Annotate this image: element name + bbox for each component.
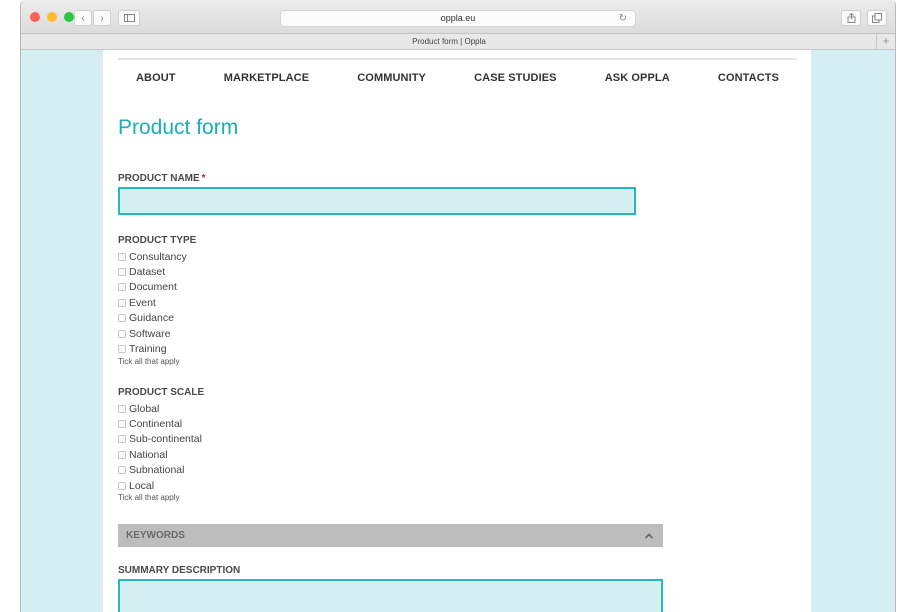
product-type-option[interactable]: Dataset <box>118 264 187 279</box>
sidebar-button[interactable] <box>118 10 140 26</box>
nav-ask-oppla[interactable]: ASK OPPLA <box>605 72 670 84</box>
product-name-label-text: PRODUCT NAME <box>118 173 200 184</box>
nav-community[interactable]: COMMUNITY <box>357 72 426 84</box>
product-scale-option[interactable]: National <box>118 447 202 462</box>
address-bar[interactable]: oppla.eu ↻ <box>280 10 636 27</box>
sidebar-icon <box>123 14 135 22</box>
option-label: Document <box>129 281 177 294</box>
share-button[interactable] <box>841 10 861 26</box>
checkbox[interactable] <box>118 404 126 413</box>
browser-toolbar: ‹ › oppla.eu ↻ <box>21 0 895 34</box>
option-label: Guidance <box>129 312 174 325</box>
checkbox[interactable] <box>118 298 126 307</box>
product-scale-option[interactable]: Global <box>118 401 202 416</box>
checkbox[interactable] <box>118 345 126 354</box>
option-label: Dataset <box>129 266 166 279</box>
product-scale-option[interactable]: Local <box>118 478 202 493</box>
checkbox[interactable] <box>118 329 126 338</box>
checkbox[interactable] <box>118 268 126 277</box>
header-divider <box>118 58 797 60</box>
required-marker: * <box>201 173 206 184</box>
page-title: Product form <box>118 116 239 139</box>
nav-marketplace[interactable]: MARKETPLACE <box>224 72 309 84</box>
nav-contacts[interactable]: CONTACTS <box>718 72 779 84</box>
checkbox[interactable] <box>118 252 126 261</box>
product-type-option[interactable]: Event <box>118 295 187 310</box>
close-window-button[interactable] <box>30 12 40 22</box>
product-name-input[interactable] <box>118 187 636 215</box>
option-label: Sub-continental <box>129 433 202 446</box>
minimize-window-button[interactable] <box>47 12 57 22</box>
product-type-label: PRODUCT TYPE <box>118 235 197 246</box>
product-type-option[interactable]: Software <box>118 326 187 341</box>
help-text: Tick all that apply <box>118 356 180 366</box>
tab-bar: Product form | Oppla + <box>21 34 895 50</box>
url-text: oppla.eu <box>440 13 476 23</box>
option-label: Software <box>129 327 171 340</box>
product-scale-option[interactable]: Subnational <box>118 463 202 478</box>
summary-description-textarea[interactable] <box>118 579 663 612</box>
help-text: Tick all that apply <box>118 493 180 503</box>
back-icon: ‹ <box>81 12 85 24</box>
forward-icon: › <box>100 12 104 24</box>
product-type-option[interactable]: Training <box>118 341 187 356</box>
forward-button[interactable]: › <box>93 10 111 26</box>
option-label: Event <box>129 296 156 309</box>
product-type-group: Consultancy Dataset Document Event Guida… <box>118 249 187 366</box>
nav-case-studies[interactable]: CASE STUDIES <box>474 72 557 84</box>
tab-active[interactable]: Product form | Oppla <box>21 34 877 49</box>
checkbox[interactable] <box>118 481 126 490</box>
chevron-up-icon <box>644 532 654 539</box>
browser-window: ‹ › oppla.eu ↻ Product form | Oppla + AB… <box>20 0 896 612</box>
back-button[interactable]: ‹ <box>74 10 92 26</box>
option-label: National <box>129 448 168 461</box>
product-scale-label: PRODUCT SCALE <box>118 387 205 398</box>
checkbox[interactable] <box>118 466 126 475</box>
product-type-option[interactable]: Guidance <box>118 311 187 326</box>
option-label: Local <box>129 479 155 492</box>
new-tab-button[interactable]: + <box>876 34 895 49</box>
option-label: Training <box>129 343 167 356</box>
checkbox[interactable] <box>118 420 126 429</box>
checkbox[interactable] <box>118 314 126 323</box>
product-scale-option[interactable]: Sub-continental <box>118 432 202 447</box>
option-label: Consultancy <box>129 250 187 263</box>
checkbox[interactable] <box>118 450 126 459</box>
share-icon <box>847 13 855 23</box>
product-scale-option[interactable]: Continental <box>118 416 202 431</box>
keywords-section-toggle[interactable]: KEYWORDS <box>118 524 663 547</box>
product-scale-group: Global Continental Sub-continental Natio… <box>118 401 202 502</box>
keywords-label: KEYWORDS <box>126 530 185 541</box>
summary-description-label: SUMMARY DESCRIPTION <box>118 565 241 576</box>
product-name-label: PRODUCT NAME * <box>118 173 206 184</box>
option-label: Subnational <box>129 464 185 477</box>
traffic-lights <box>30 12 74 22</box>
reload-icon[interactable]: ↻ <box>619 11 627 26</box>
option-label: Global <box>129 402 160 415</box>
product-type-option[interactable]: Consultancy <box>118 249 187 264</box>
checkbox[interactable] <box>118 283 126 292</box>
page-content: ABOUT MARKETPLACE COMMUNITY CASE STUDIES… <box>103 50 811 612</box>
checkbox[interactable] <box>118 435 126 444</box>
option-label: Continental <box>129 418 183 431</box>
product-type-option[interactable]: Document <box>118 280 187 295</box>
main-nav: ABOUT MARKETPLACE COMMUNITY CASE STUDIES… <box>118 72 797 84</box>
zoom-window-button[interactable] <box>64 12 74 22</box>
nav-about[interactable]: ABOUT <box>136 72 176 84</box>
tabs-icon <box>872 13 882 23</box>
tabs-overview-button[interactable] <box>867 10 887 26</box>
